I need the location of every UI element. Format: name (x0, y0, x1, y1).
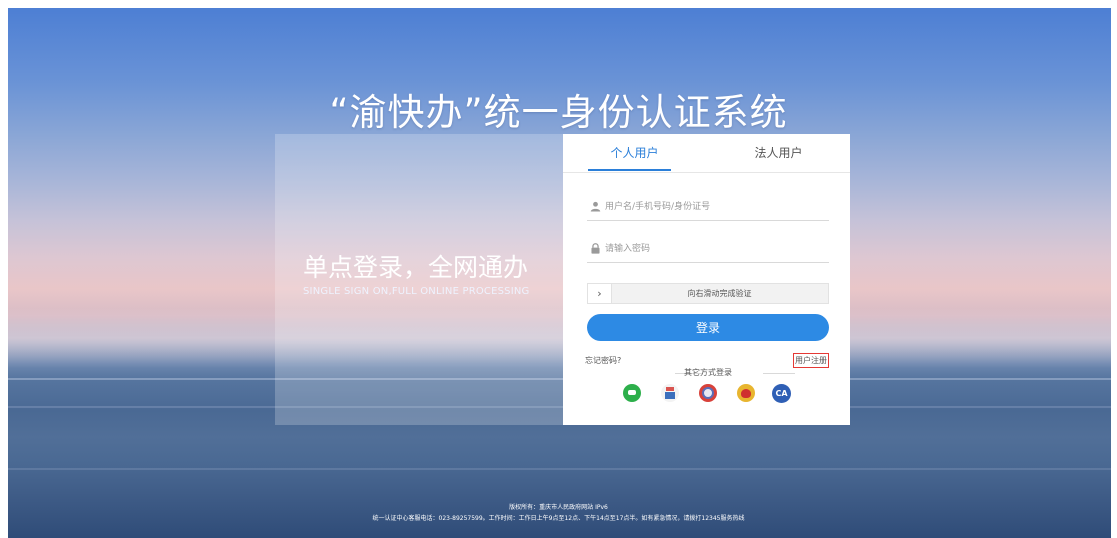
username-input[interactable] (603, 196, 827, 218)
promo-subtitle: SINGLE SIGN ON,FULL ONLINE PROCESSING (303, 286, 530, 297)
slider-hint: 向右滑动完成验证 (687, 289, 752, 298)
water-reflection-lower (8, 468, 1111, 470)
police-badge-icon[interactable] (699, 384, 717, 402)
mobile-app-icon[interactable] (661, 384, 679, 402)
user-type-tabs: 个人用户 法人用户 (563, 134, 850, 173)
page-title: “渝快办”统一身份认证系统 (329, 91, 788, 134)
footer-copyright: 版权所有：重庆市人民政府网站 IPv6 (509, 504, 608, 511)
password-input[interactable] (603, 238, 827, 260)
forgot-password-link[interactable]: 忘记密码? (585, 355, 621, 366)
promo-panel: 单点登录，全网通办 SINGLE SIGN ON,FULL ONLINE PRO… (275, 134, 563, 425)
tab-corporate-user[interactable]: 法人用户 (707, 134, 850, 172)
other-login-methods-header: 其它方式登录 (587, 367, 829, 379)
password-field (587, 236, 829, 263)
divider-right (763, 373, 795, 374)
app-icon-roof (666, 387, 674, 391)
alternative-login-icons: CA (563, 384, 850, 404)
national-emblem-icon[interactable] (737, 384, 755, 402)
app-icon-body (665, 392, 675, 399)
wechat-icon[interactable] (623, 384, 641, 402)
slide-verification[interactable]: › 向右滑动完成验证 (587, 283, 829, 304)
tab-personal-user[interactable]: 个人用户 (563, 134, 706, 172)
promo-slogan: 单点登录，全网通办 (303, 253, 529, 282)
lock-icon (591, 243, 600, 254)
footer-contact: 统一认证中心客服电话：023-89257599。工作时间：工作日上午9点至12点… (372, 515, 745, 522)
slider-handle[interactable]: › (588, 284, 612, 303)
register-link[interactable]: 用户注册 (793, 353, 829, 368)
username-field (587, 194, 829, 221)
ca-certificate-icon[interactable]: CA (772, 384, 791, 403)
active-tab-indicator (588, 169, 671, 171)
login-button[interactable]: 登录 (587, 314, 829, 341)
login-card: 个人用户 法人用户 › 向右滑动完成验证 登录 忘记密码? 用户注册 其它方式登… (563, 134, 850, 425)
user-icon (590, 201, 601, 212)
